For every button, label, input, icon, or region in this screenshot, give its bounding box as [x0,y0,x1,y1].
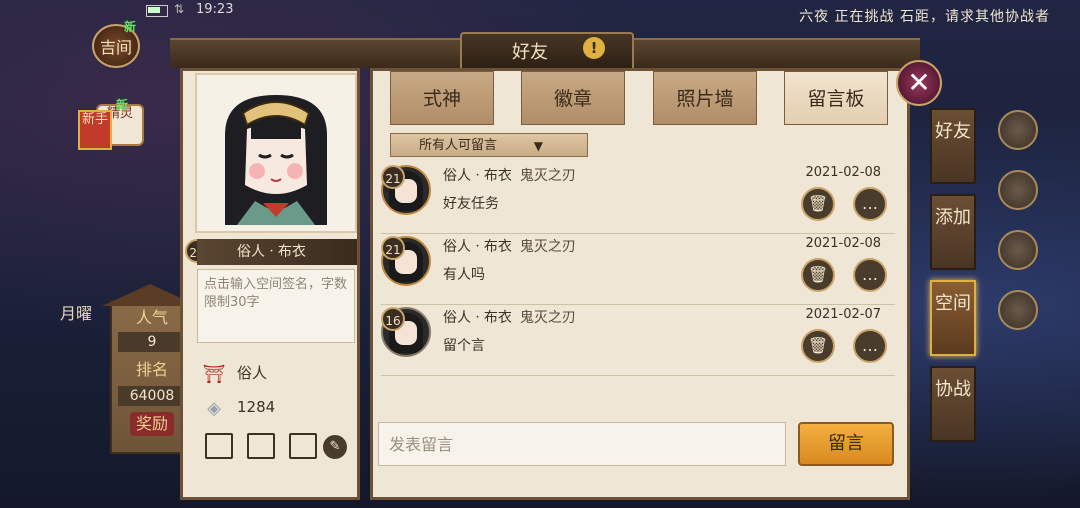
right-hud [988,40,1078,460]
window-header: 好友 ! [170,30,920,72]
popularity-label: 人气 [135,308,168,327]
profile-card: 21 俗人ㆍ布衣 点击输入空间签名，字数限制30字 ⛩俗人 ◈1284 ✎ [180,68,360,500]
commenter-line: 俗人ㆍ布衣 鬼灭之刃 [443,307,576,327]
side-tab-assist[interactable]: 协战 [930,366,976,442]
badge-slot[interactable] [205,433,233,459]
rank-title: 俗人 [237,364,268,382]
jijian-label: 吉间 [99,38,132,57]
edit-icon[interactable]: ✎ [323,435,347,459]
popularity-icon: 人气 [130,306,174,330]
window-title: 好友 [512,42,548,63]
commenter-line: 俗人ㆍ布衣 鬼灭之刃 [443,165,576,185]
shrine-icon[interactable] [998,170,1038,210]
new-badge: 新 [116,98,129,112]
visibility-dropdown[interactable]: 所有人可留言 ▼ [390,133,588,157]
commenter-guild: 鬼灭之刃 [519,168,576,184]
avatar-portrait-icon [215,85,337,225]
commenter-guild: 鬼灭之刃 [519,310,576,326]
side-tab-add[interactable]: 添加 [930,194,976,270]
message-date: 2021-02-08 [805,165,881,180]
shikigami-icon[interactable] [998,110,1038,150]
commenter-level-badge: 16 [381,307,405,331]
rank-label: 排名 [135,360,168,379]
weekday-label: 月曜 [60,304,93,323]
profile-name: 俗人ㆍ布衣 [197,239,357,265]
reply-icon[interactable]: … [853,329,887,363]
clock: 19:23 [196,2,234,17]
list-item: 21 俗人ㆍ布衣 鬼灭之刃 有人吗 2021-02-08 🗑 … [381,234,895,305]
torii-icon: ⛩ [202,363,226,385]
badge-slot[interactable] [247,433,275,459]
chevron-down-icon: ▼ [533,139,543,153]
new-badge: 新 [124,20,137,34]
commenter-name[interactable]: 俗人ㆍ布衣 [443,310,512,326]
message-text: 有人吗 [443,267,485,283]
friends-side-nav: 好友 添加 空间 协战 [930,108,978,448]
reward-button[interactable]: 奖励 [130,412,174,436]
signature-input[interactable]: 点击输入空间签名，字数限制30字 [197,269,355,343]
tab-badges[interactable]: 徽章 [521,71,625,125]
food-icon[interactable] [998,290,1038,330]
avatar[interactable] [195,73,357,233]
currency-row: ◈ 1284 [201,395,341,419]
commenter-line: 俗人ㆍ布衣 鬼灭之刃 [443,236,576,256]
tab-message-board[interactable]: 留言板 [784,71,888,125]
message-date: 2021-02-08 [805,236,881,251]
tab-shikigami[interactable]: 式神 [390,71,494,125]
list-item: 21 俗人ㆍ布衣 鬼灭之刃 好友任务 2021-02-08 🗑 … [381,163,895,234]
battery-icon [146,5,168,17]
xinshou-button[interactable]: 新手 [78,110,112,150]
message-text: 好友任务 [443,196,499,212]
rank-title-row: ⛩ 俗人 [201,361,341,385]
jade-icon: ◈ [207,397,221,419]
message-input[interactable]: 发表留言 [378,422,786,466]
trash-icon[interactable]: 🗑 [801,187,835,221]
alert-icon[interactable]: ! [583,37,605,59]
close-icon[interactable]: ✕ [896,60,942,106]
currency-value: 1284 [237,398,276,416]
commenter-level-badge: 21 [381,165,405,189]
send-message-button[interactable]: 留言 [798,422,894,466]
commenter-level-badge: 21 [381,236,405,260]
message-board-card: 式神 徽章 照片墙 留言板 所有人可留言 ▼ 21 俗人ㆍ布衣 鬼灭之刃 好友任务… [370,68,910,500]
network-icon: ⇅ [174,2,185,16]
xinshou-label: 新手 [81,112,108,127]
visibility-dropdown-label: 所有人可留言 [419,138,498,153]
broadcast-ticker: 六夜 正在挑战 石距，请求其他协战者 [799,9,1050,25]
badge-slot[interactable] [289,433,317,459]
yokai-icon[interactable] [998,230,1038,270]
reward-label: 奖励 [135,414,168,433]
trash-icon[interactable]: 🗑 [801,258,835,292]
side-tab-space[interactable]: 空间 [930,280,976,356]
commenter-guild: 鬼灭之刃 [519,239,576,255]
tab-photo-wall[interactable]: 照片墙 [653,71,757,125]
device-status-bar: ⇅ 19:23 [140,0,440,22]
commenter-name[interactable]: 俗人ㆍ布衣 [443,239,512,255]
reply-icon[interactable]: … [853,258,887,292]
list-item: 16 俗人ㆍ布衣 鬼灭之刃 留个言 2021-02-07 🗑 … [381,305,895,376]
commenter-name[interactable]: 俗人ㆍ布衣 [443,168,512,184]
trash-icon[interactable]: 🗑 [801,329,835,363]
friends-window: 好友 ! 21 俗人ㆍ布衣 点击输入空间签名，字数限制30字 ⛩ 俗人 [170,30,920,500]
side-tab-friends[interactable]: 好友 [930,108,976,184]
reply-icon[interactable]: … [853,187,887,221]
message-date: 2021-02-07 [805,307,881,322]
rank-icon: 排名 [130,358,174,382]
message-text: 留个言 [443,338,485,354]
